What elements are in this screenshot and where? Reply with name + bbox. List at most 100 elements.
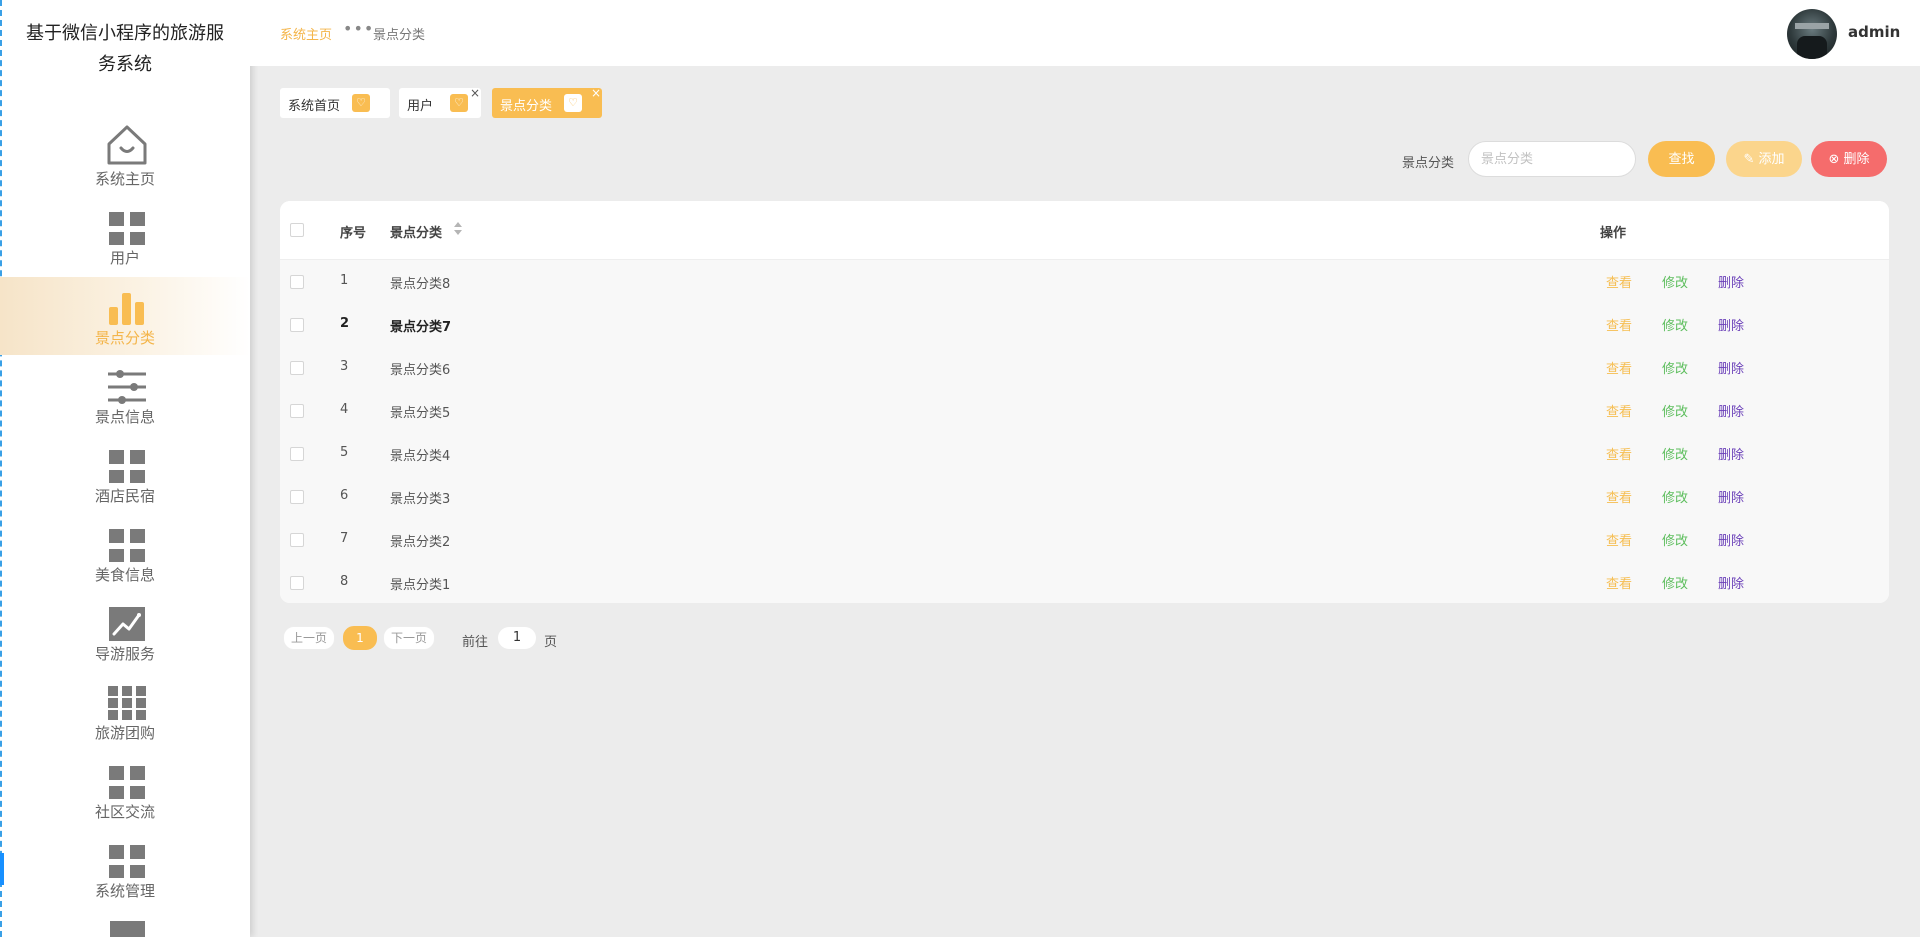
goto-page-input[interactable]: 1 xyxy=(498,627,536,649)
row-checkbox[interactable] xyxy=(290,318,304,332)
sidebar-item-hotels[interactable]: 酒店民宿 xyxy=(0,435,250,513)
select-all-checkbox[interactable] xyxy=(290,223,304,237)
view-link[interactable]: 查看 xyxy=(1606,487,1632,506)
table-row[interactable]: 8 景点分类1 查看 修改 删除 xyxy=(280,561,1889,603)
close-icon[interactable]: × xyxy=(591,86,601,100)
add-button[interactable]: ✎ 添加 xyxy=(1726,141,1802,177)
add-button-label: 添加 xyxy=(1758,152,1785,167)
sidebar-item-label: 景点信息 xyxy=(94,408,155,426)
sort-icon[interactable] xyxy=(454,222,463,236)
sidebar-item-label: 系统管理 xyxy=(94,882,155,900)
search-button[interactable]: 查找 xyxy=(1648,141,1715,177)
breadcrumb-home[interactable]: 系统主页 xyxy=(280,24,332,43)
sidebar-item-scenic-category[interactable]: 景点分类 xyxy=(0,277,250,355)
grid-icon xyxy=(109,212,145,245)
view-link[interactable]: 查看 xyxy=(1606,401,1632,420)
edit-link[interactable]: 修改 xyxy=(1662,272,1688,291)
grid-icon xyxy=(109,529,145,562)
tag-label: 系统首页 xyxy=(288,99,341,114)
row-checkbox[interactable] xyxy=(290,404,304,418)
view-link[interactable]: 查看 xyxy=(1606,315,1632,334)
table-row[interactable]: 3 景点分类6 查看 修改 删除 xyxy=(280,346,1889,390)
row-checkbox[interactable] xyxy=(290,490,304,504)
sidebar-item-label: 景点分类 xyxy=(94,329,155,347)
sidebar-item-scenic-info[interactable]: 景点信息 xyxy=(0,356,250,434)
avatar-mask xyxy=(1797,36,1827,59)
table-row[interactable]: 7 景点分类2 查看 修改 删除 xyxy=(280,518,1889,562)
sidebar-item-users[interactable]: 用户 xyxy=(0,197,250,275)
row-checkbox[interactable] xyxy=(290,361,304,375)
view-link[interactable]: 查看 xyxy=(1606,444,1632,463)
row-category: 景点分类2 xyxy=(390,535,451,550)
sidebar-item-label: 导游服务 xyxy=(94,645,155,663)
table-header: 序号 景点分类 操作 xyxy=(280,201,1889,260)
delete-circle-icon: ⊗ xyxy=(1828,152,1840,167)
breadcrumb-current: 景点分类 xyxy=(373,28,426,43)
row-category: 景点分类5 xyxy=(390,406,451,421)
sidebar-item-community[interactable]: 社区交流 xyxy=(0,751,250,829)
delete-link[interactable]: 删除 xyxy=(1718,444,1744,463)
sidebar-item-system[interactable]: 系统管理 xyxy=(0,830,250,908)
row-index: 5 xyxy=(340,445,349,460)
search-input[interactable] xyxy=(1468,141,1636,177)
delete-button[interactable]: ⊗ 删除 xyxy=(1811,141,1887,177)
table-row[interactable]: 4 景点分类5 查看 修改 删除 xyxy=(280,389,1889,433)
next-page-button[interactable]: 下一页 xyxy=(383,626,435,650)
sidebar-item-home[interactable]: 系统主页 xyxy=(0,118,250,196)
table-row[interactable]: 1 景点分类8 查看 修改 删除 xyxy=(280,260,1889,304)
breadcrumb-separator: ••• xyxy=(343,19,375,38)
table-row[interactable]: 6 景点分类3 查看 修改 删除 xyxy=(280,475,1889,519)
edit-link[interactable]: 修改 xyxy=(1662,487,1688,506)
row-checkbox[interactable] xyxy=(290,576,304,590)
close-icon[interactable]: × xyxy=(470,86,480,100)
header-index: 序号 xyxy=(340,226,367,241)
page-number-current[interactable]: 1 xyxy=(343,626,377,650)
view-link[interactable]: 查看 xyxy=(1606,530,1632,549)
row-checkbox[interactable] xyxy=(290,533,304,547)
edit-link[interactable]: 修改 xyxy=(1662,573,1688,592)
table-row[interactable]: 2 景点分类7 查看 修改 删除 xyxy=(280,303,1889,347)
edit-link[interactable]: 修改 xyxy=(1662,315,1688,334)
view-link[interactable]: 查看 xyxy=(1606,272,1632,291)
row-checkbox[interactable] xyxy=(290,275,304,289)
tag-system-home[interactable]: 系统首页 ♡ xyxy=(280,88,390,118)
sidebar-item-label: 社区交流 xyxy=(94,803,155,821)
data-table: 序号 景点分类 操作 1 景点分类8 查看 修改 删除 2 景点分类7 查看 修改 删除 3 景点分类… xyxy=(280,201,1889,603)
sidebar-item-label: 旅游团购 xyxy=(94,724,155,742)
delete-link[interactable]: 删除 xyxy=(1718,315,1744,334)
sidebar-item-group-buy[interactable]: 旅游团购 xyxy=(0,672,250,750)
row-category: 景点分类4 xyxy=(390,449,451,464)
delete-link[interactable]: 删除 xyxy=(1718,272,1744,291)
delete-link[interactable]: 删除 xyxy=(1718,573,1744,592)
view-link[interactable]: 查看 xyxy=(1606,358,1632,377)
delete-link[interactable]: 删除 xyxy=(1718,487,1744,506)
delete-link[interactable]: 删除 xyxy=(1718,358,1744,377)
avatar[interactable] xyxy=(1787,9,1837,59)
row-category: 景点分类7 xyxy=(390,320,452,335)
bar-chart-icon xyxy=(109,293,144,325)
username[interactable]: admin xyxy=(1848,23,1900,41)
delete-link[interactable]: 删除 xyxy=(1718,530,1744,549)
row-index: 6 xyxy=(340,488,349,503)
tag-users[interactable]: 用户 ♡ × xyxy=(399,86,481,118)
edit-link[interactable]: 修改 xyxy=(1662,530,1688,549)
tag-scenic-category[interactable]: 景点分类 ♡ × xyxy=(492,86,602,118)
tag-label: 景点分类 xyxy=(500,99,553,114)
edit-link[interactable]: 修改 xyxy=(1662,401,1688,420)
table-row[interactable]: 5 景点分类4 查看 修改 删除 xyxy=(280,432,1889,476)
search-label: 景点分类 xyxy=(1402,156,1455,171)
prev-page-button[interactable]: 上一页 xyxy=(283,626,335,650)
row-checkbox[interactable] xyxy=(290,447,304,461)
grid-icon xyxy=(109,845,145,878)
edit-link[interactable]: 修改 xyxy=(1662,444,1688,463)
header-category[interactable]: 景点分类 xyxy=(390,222,442,241)
delete-link[interactable]: 删除 xyxy=(1718,401,1744,420)
sidebar-item-guide[interactable]: 导游服务 xyxy=(0,593,250,671)
edit-link[interactable]: 修改 xyxy=(1662,358,1688,377)
view-link[interactable]: 查看 xyxy=(1606,573,1632,592)
sidebar-item-label: 美食信息 xyxy=(94,566,155,584)
sidebar-item-food[interactable]: 美食信息 xyxy=(0,514,250,592)
grid-nine-icon xyxy=(108,686,146,720)
sidebar-item-label: 系统主页 xyxy=(94,170,155,188)
grid-icon xyxy=(109,450,145,483)
